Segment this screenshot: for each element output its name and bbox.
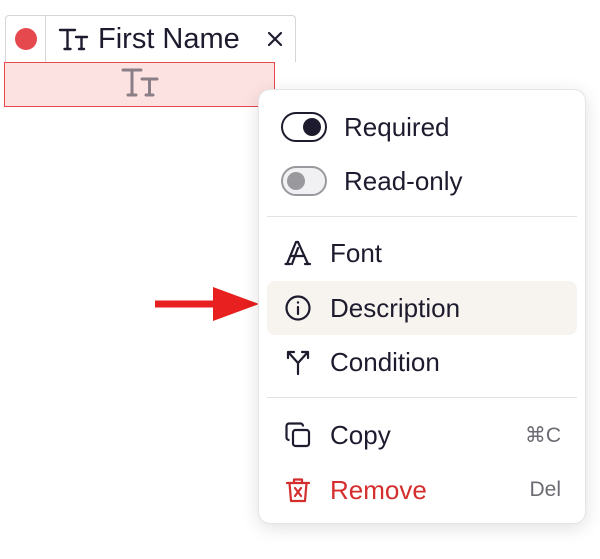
field-name-label: First Name <box>98 22 240 55</box>
condition-icon <box>283 347 313 377</box>
font-icon <box>283 238 313 268</box>
menu-item-condition[interactable]: Condition <box>267 335 577 389</box>
field-tag[interactable]: First Name <box>5 15 296 62</box>
annotation-arrow <box>155 287 259 321</box>
menu-item-label: Copy <box>330 419 391 450</box>
menu-item-description[interactable]: Description <box>267 281 577 335</box>
copy-shortcut: ⌘C <box>524 423 561 447</box>
menu-item-label: Description <box>330 292 461 323</box>
read-only-toggle[interactable] <box>281 166 327 196</box>
menu-divider <box>267 216 577 217</box>
trash-icon <box>283 475 313 505</box>
remove-shortcut: Del <box>529 478 561 501</box>
text-type-icon <box>120 65 160 104</box>
info-icon <box>283 293 313 323</box>
menu-item-label: Required <box>344 111 450 142</box>
text-type-icon <box>58 26 90 52</box>
menu-item-label: Read-only <box>344 165 463 196</box>
menu-item-copy[interactable]: Copy ⌘C <box>267 408 577 462</box>
menu-item-remove[interactable]: Remove Del <box>267 463 577 517</box>
menu-toggle-required[interactable]: Required <box>267 100 577 154</box>
editor-canvas: First Name Required Read-only Font Descr… <box>0 0 600 559</box>
close-icon[interactable] <box>265 29 285 49</box>
menu-item-font[interactable]: Font <box>267 226 577 280</box>
menu-item-label: Font <box>330 237 383 268</box>
menu-toggle-read-only[interactable]: Read-only <box>267 154 577 208</box>
field-status-cell <box>6 16 46 62</box>
field-tag-body: First Name <box>46 23 295 56</box>
menu-item-label: Condition <box>330 346 440 377</box>
menu-item-label: Remove <box>330 474 427 505</box>
field-context-menu: Required Read-only Font Description Cond… <box>258 89 586 524</box>
text-field-box[interactable] <box>4 62 275 107</box>
menu-divider <box>267 397 577 398</box>
field-status-dot <box>14 28 37 50</box>
copy-icon <box>283 420 313 450</box>
required-toggle[interactable] <box>281 112 327 142</box>
